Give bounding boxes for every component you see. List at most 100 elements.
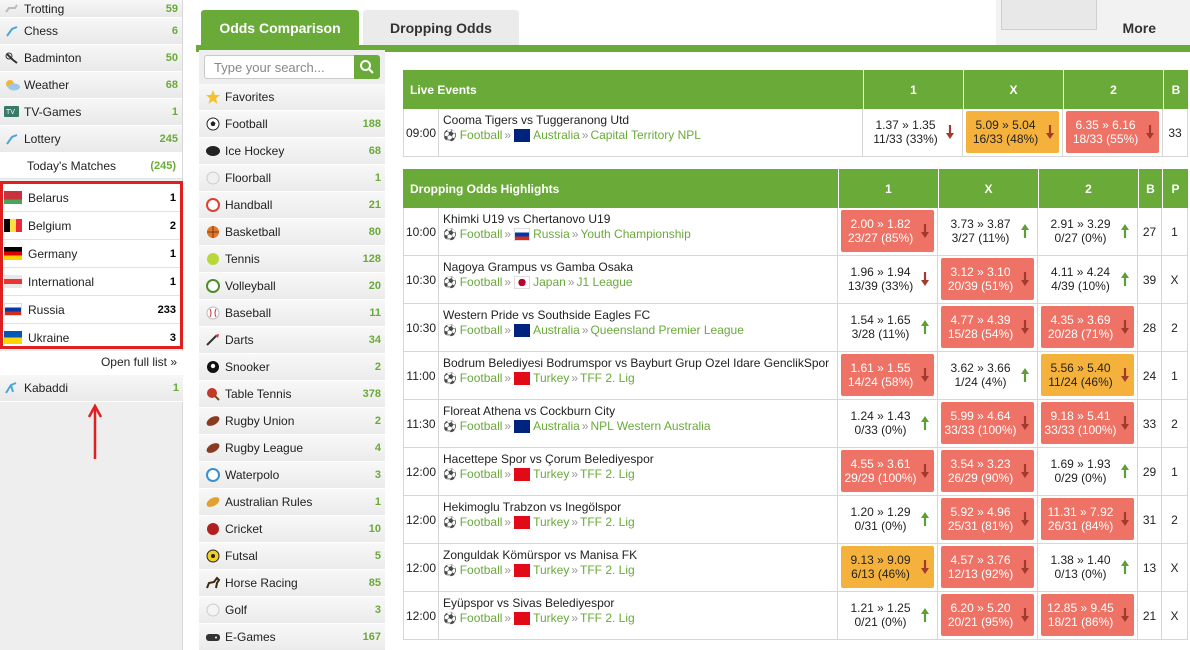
country-link[interactable]: Turkey bbox=[533, 467, 569, 481]
sport-item-table-tennis[interactable]: Table Tennis 378 bbox=[199, 381, 385, 408]
odds-cell-1[interactable]: 4.55 » 3.61 29/29 (100%) bbox=[837, 448, 937, 495]
country-link[interactable]: Australia bbox=[533, 419, 580, 433]
sidebar-item-chess[interactable]: Chess 6 bbox=[0, 18, 182, 45]
match-name-link[interactable]: Zonguldak Kömürspor vs Manisa FK bbox=[443, 548, 837, 562]
league-link[interactable]: Youth Championship bbox=[580, 227, 690, 241]
sport-item-ice-hockey[interactable]: Ice Hockey 68 bbox=[199, 138, 385, 165]
sport-link[interactable]: Football bbox=[460, 515, 503, 529]
match-row[interactable]: 09:00 Cooma Tigers vs Tuggeranong Utd ⚽ Foo… bbox=[403, 109, 1188, 157]
odds-cell-1[interactable]: 1.37 » 1.35 11/33 (33%) bbox=[862, 109, 962, 156]
odds-cell-x[interactable]: 5.09 » 5.04 16/33 (48%) bbox=[962, 109, 1062, 156]
match-name-link[interactable]: Western Pride vs Southside Eagles FC bbox=[443, 308, 837, 322]
match-row[interactable]: 10:30 Western Pride vs Southside Eagles F… bbox=[403, 304, 1188, 352]
odds-cell-1[interactable]: 1.61 » 1.55 14/24 (58%) bbox=[837, 352, 937, 399]
odds-cell-x[interactable]: 3.54 » 3.23 26/29 (90%) bbox=[937, 448, 1037, 495]
match-name-link[interactable]: Khimki U19 vs Chertanovo U19 bbox=[443, 212, 837, 226]
league-link[interactable]: Queensland Premier League bbox=[590, 323, 743, 337]
odds-cell-1[interactable]: 1.24 » 1.43 0/33 (0%) bbox=[837, 400, 937, 447]
sport-link[interactable]: Football bbox=[460, 611, 503, 625]
sidebar-item-badminton[interactable]: Badminton 50 bbox=[0, 45, 182, 72]
odds-cell-2[interactable]: 1.69 » 1.93 0/29 (0%) bbox=[1037, 448, 1137, 495]
match-name-link[interactable]: Bodrum Belediyesi Bodrumspor vs Bayburt … bbox=[443, 356, 837, 370]
sidebar-item-lottery[interactable]: Lottery 245 bbox=[0, 126, 182, 153]
sport-item-rugby-league[interactable]: Rugby League 4 bbox=[199, 435, 385, 462]
odds-cell-1[interactable]: 1.20 » 1.29 0/31 (0%) bbox=[837, 496, 937, 543]
sport-item-basketball[interactable]: Basketball 80 bbox=[199, 219, 385, 246]
sport-link[interactable]: Football bbox=[460, 227, 503, 241]
sidebar-item-trotting[interactable]: Trotting 59 bbox=[0, 0, 182, 18]
league-link[interactable]: TFF 2. Lig bbox=[580, 515, 635, 529]
match-name-link[interactable]: Nagoya Grampus vs Gamba Osaka bbox=[443, 260, 837, 274]
open-full-list-link[interactable]: Open full list » bbox=[0, 351, 183, 375]
odds-cell-1[interactable]: 1.21 » 1.25 0/21 (0%) bbox=[837, 592, 937, 639]
country-item-international[interactable]: International 1 bbox=[3, 268, 180, 296]
odds-cell-1[interactable]: 1.54 » 1.65 3/28 (11%) bbox=[837, 304, 937, 351]
country-link[interactable]: Australia bbox=[533, 323, 580, 337]
league-link[interactable]: J1 League bbox=[576, 275, 632, 289]
match-row[interactable]: 11:00 Bodrum Belediyesi Bodrumspor vs Bay… bbox=[403, 352, 1188, 400]
sport-item-handball[interactable]: Handball 21 bbox=[199, 192, 385, 219]
sport-item-football[interactable]: Football 188 bbox=[199, 111, 385, 138]
sport-item-golf[interactable]: Golf 3 bbox=[199, 597, 385, 624]
sport-link[interactable]: Football bbox=[460, 128, 503, 142]
sport-link[interactable]: Football bbox=[460, 563, 503, 577]
country-link[interactable]: Turkey bbox=[533, 515, 569, 529]
sport-item-waterpolo[interactable]: Waterpolo 3 bbox=[199, 462, 385, 489]
country-link[interactable]: Turkey bbox=[533, 563, 569, 577]
match-row[interactable]: 12:00 Zonguldak Kömürspor vs Manisa FK ⚽ Fo… bbox=[403, 544, 1188, 592]
search-button[interactable] bbox=[354, 55, 380, 79]
sport-item-tennis[interactable]: Tennis 128 bbox=[199, 246, 385, 273]
sport-item-darts[interactable]: Darts 34 bbox=[199, 327, 385, 354]
match-row[interactable]: 12:00 Hekimoglu Trabzon vs Inegölspor ⚽ Foo… bbox=[403, 496, 1188, 544]
search-input[interactable]: Type your search... bbox=[204, 55, 354, 79]
sport-item-floorball[interactable]: Floorball 1 bbox=[199, 165, 385, 192]
sport-link[interactable]: Football bbox=[460, 275, 503, 289]
sport-item-australian-rules[interactable]: Australian Rules 1 bbox=[199, 489, 385, 516]
odds-cell-2[interactable]: 5.56 » 5.40 11/24 (46%) bbox=[1037, 352, 1137, 399]
country-item-russia[interactable]: Russia 233 bbox=[3, 296, 180, 324]
country-item-belgium[interactable]: Belgium 2 bbox=[3, 212, 180, 240]
country-item-belarus[interactable]: Belarus 1 bbox=[3, 184, 180, 212]
match-row[interactable]: 12:00 Hacettepe Spor vs Çorum Belediyespo… bbox=[403, 448, 1188, 496]
odds-cell-1[interactable]: 1.96 » 1.94 13/39 (33%) bbox=[837, 256, 937, 303]
tab-dropping-odds[interactable]: Dropping Odds bbox=[363, 10, 519, 46]
odds-cell-x[interactable]: 3.62 » 3.66 1/24 (4%) bbox=[937, 352, 1037, 399]
match-row[interactable]: 10:30 Nagoya Grampus vs Gamba Osaka ⚽ Footb… bbox=[403, 256, 1188, 304]
odds-cell-2[interactable]: 6.35 » 6.16 18/33 (55%) bbox=[1062, 109, 1162, 156]
sport-link[interactable]: Football bbox=[460, 419, 503, 433]
sport-item-horse-racing[interactable]: Horse Racing 85 bbox=[199, 570, 385, 597]
odds-cell-2[interactable]: 1.38 » 1.40 0/13 (0%) bbox=[1037, 544, 1137, 591]
odds-cell-2[interactable]: 2.91 » 3.29 0/27 (0%) bbox=[1037, 208, 1137, 255]
odds-cell-1[interactable]: 9.13 » 9.09 6/13 (46%) bbox=[837, 544, 937, 591]
country-link[interactable]: Turkey bbox=[533, 611, 569, 625]
match-name-link[interactable]: Floreat Athena vs Cockburn City bbox=[443, 404, 837, 418]
odds-cell-x[interactable]: 5.92 » 4.96 25/31 (81%) bbox=[937, 496, 1037, 543]
odds-cell-x[interactable]: 5.99 » 4.64 33/33 (100%) bbox=[937, 400, 1037, 447]
sport-item-favorites[interactable]: Favorites bbox=[199, 84, 385, 111]
match-row[interactable]: 10:00 Khimki U19 vs Chertanovo U19 ⚽ Footba… bbox=[403, 208, 1188, 256]
league-link[interactable]: NPL Western Australia bbox=[590, 419, 710, 433]
match-name-link[interactable]: Eyüpspor vs Sivas Belediyespor bbox=[443, 596, 837, 610]
sport-link[interactable]: Football bbox=[460, 323, 503, 337]
league-link[interactable]: Capital Territory NPL bbox=[590, 128, 700, 142]
country-link[interactable]: Russia bbox=[533, 227, 570, 241]
league-link[interactable]: TFF 2. Lig bbox=[580, 467, 635, 481]
odds-cell-1[interactable]: 2.00 » 1.82 23/27 (85%) bbox=[837, 208, 937, 255]
sidebar-item-tv-games[interactable]: TV TV-Games 1 bbox=[0, 99, 182, 126]
odds-cell-2[interactable]: 12.85 » 9.45 18/21 (86%) bbox=[1037, 592, 1137, 639]
match-name-link[interactable]: Hacettepe Spor vs Çorum Belediyespor bbox=[443, 452, 837, 466]
todays-matches-row[interactable]: Today's Matches (245) bbox=[0, 153, 182, 179]
odds-cell-x[interactable]: 3.12 » 3.10 20/39 (51%) bbox=[937, 256, 1037, 303]
odds-cell-2[interactable]: 11.31 » 7.92 26/31 (84%) bbox=[1037, 496, 1137, 543]
match-row[interactable]: 12:00 Eyüpspor vs Sivas Belediyespor ⚽ Foot… bbox=[403, 592, 1188, 640]
odds-cell-2[interactable]: 4.35 » 3.69 20/28 (71%) bbox=[1037, 304, 1137, 351]
odds-cell-2[interactable]: 9.18 » 5.41 33/33 (100%) bbox=[1037, 400, 1137, 447]
league-link[interactable]: TFF 2. Lig bbox=[580, 563, 635, 577]
sport-item-rugby-union[interactable]: Rugby Union 2 bbox=[199, 408, 385, 435]
odds-cell-x[interactable]: 4.57 » 3.76 12/13 (92%) bbox=[937, 544, 1037, 591]
odds-cell-x[interactable]: 4.77 » 4.39 15/28 (54%) bbox=[937, 304, 1037, 351]
sport-item-volleyball[interactable]: Volleyball 20 bbox=[199, 273, 385, 300]
match-row[interactable]: 11:30 Floreat Athena vs Cockburn City ⚽ Foo… bbox=[403, 400, 1188, 448]
league-link[interactable]: TFF 2. Lig bbox=[580, 371, 635, 385]
sport-link[interactable]: Football bbox=[460, 467, 503, 481]
